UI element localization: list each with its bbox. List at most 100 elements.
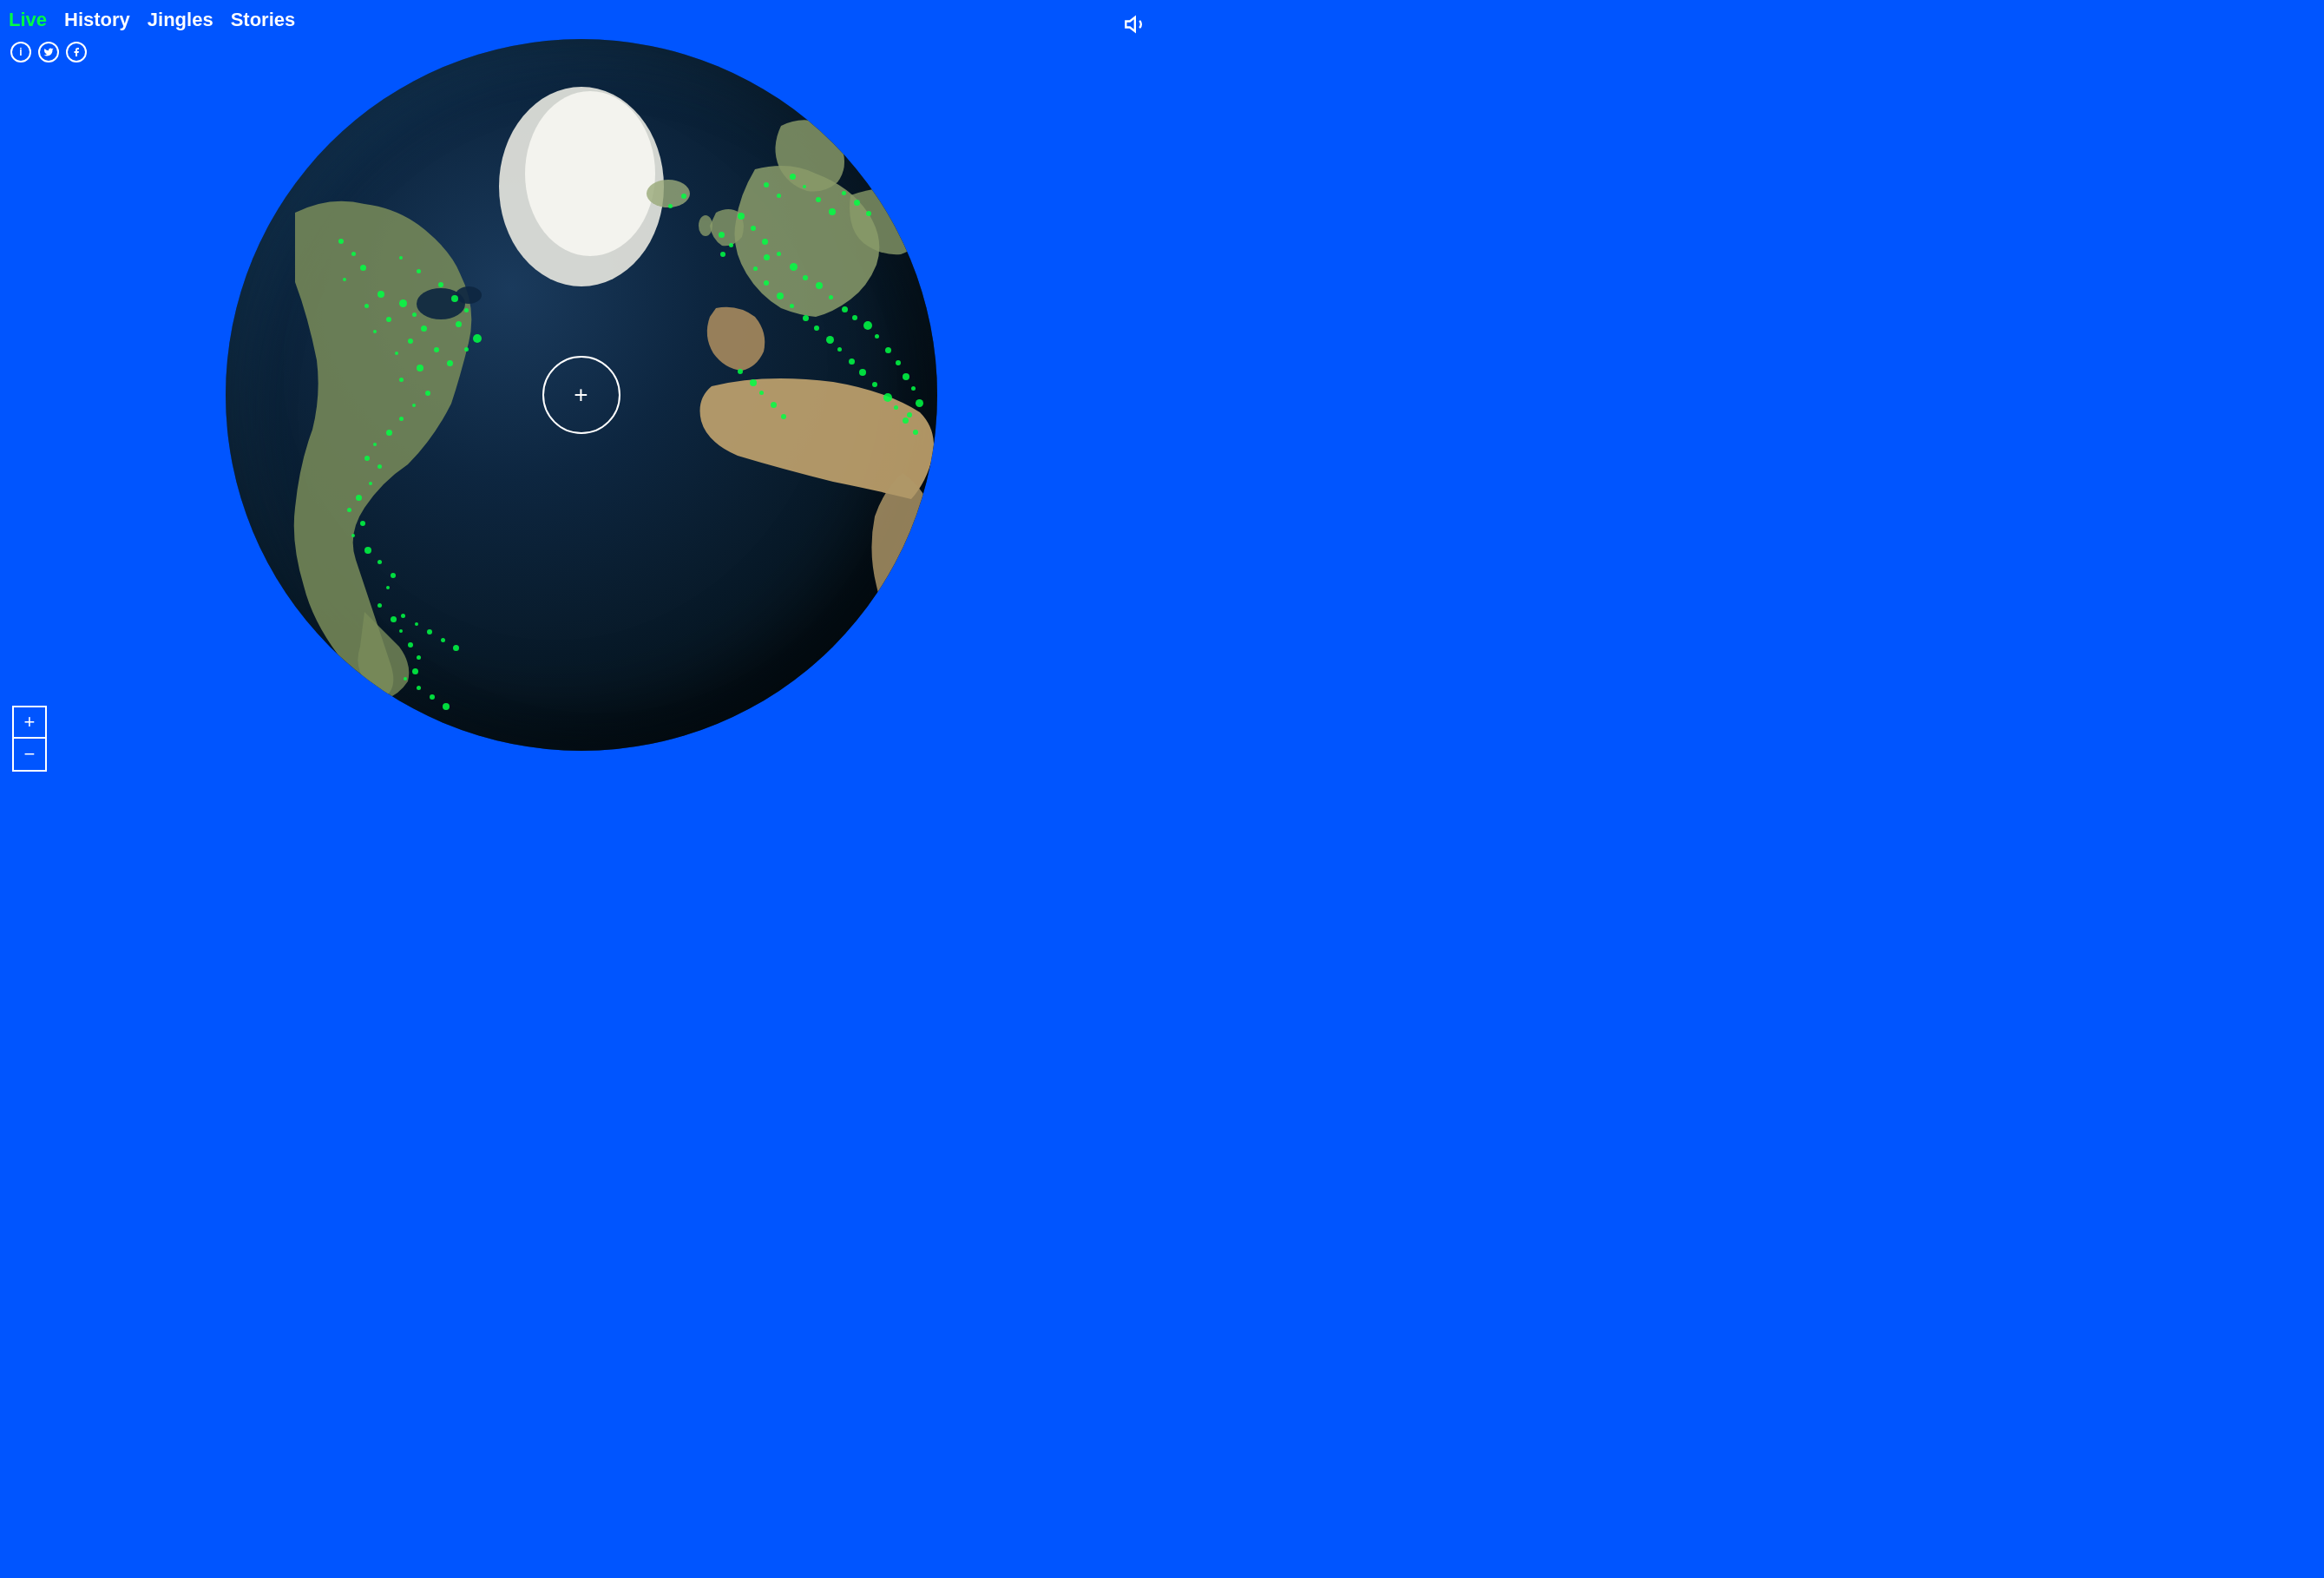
signal-dot [434,347,439,352]
zoom-controls: + − [12,706,47,772]
signal-dot [399,417,404,421]
signal-dot [417,269,421,273]
signal-dot [404,677,407,681]
signal-dot [360,521,365,526]
signal-dot [399,256,403,260]
signal-dot [790,263,798,271]
signal-dot [751,226,756,231]
svg-marker-0 [1126,17,1135,31]
signal-dot [417,655,421,660]
info-icon[interactable]: i [10,42,31,62]
signal-dot [441,638,445,642]
signal-dot [771,402,777,408]
signal-dot [859,369,866,376]
signal-dot [777,194,781,198]
signal-dot [854,200,860,206]
signal-dot [464,308,469,312]
signal-dot [842,191,846,195]
signal-dot [386,586,390,589]
signal-dot [829,295,833,299]
svg-point-4 [456,286,482,304]
signal-dot [720,252,725,257]
signal-dot [759,391,764,395]
globe-container[interactable]: + [226,39,937,751]
signal-dot [421,325,427,332]
signal-dot [464,347,469,352]
signal-dot [719,232,725,238]
signal-dot [401,614,405,618]
signal-dot [668,204,673,208]
signal-dot [816,197,821,202]
signal-dot [790,174,796,180]
signal-dot [351,252,356,256]
signal-dot [415,622,418,626]
signal-dot [829,208,836,215]
signal-dot [738,369,743,374]
signal-dot [863,321,872,330]
signal-dot [903,418,909,424]
signal-dot [738,213,745,220]
signal-dot [803,315,809,321]
signal-dot [364,456,370,461]
signal-dot [417,365,423,371]
signal-dot [447,360,453,366]
signal-dot [377,291,384,298]
navigation: Live History Jingles Stories [9,9,295,31]
crosshair-button[interactable]: + [542,356,620,434]
signal-dot [883,393,892,402]
signal-dot [412,312,417,317]
nav-jingles[interactable]: Jingles [148,9,213,31]
signal-dot [399,629,403,633]
signal-dot [885,347,891,353]
signal-dot [875,334,879,339]
signal-dot [911,386,916,391]
signal-dot [417,686,421,690]
signal-dot [729,243,733,247]
signal-dot [790,304,794,308]
signal-dot [781,414,786,419]
signal-dot [395,352,398,355]
signal-dot [347,508,351,512]
signal-dot [408,339,413,344]
zoom-out-button[interactable]: − [14,739,45,770]
signal-dot [814,325,819,331]
nav-history[interactable]: History [64,9,130,31]
signal-dot [391,573,396,578]
volume-button[interactable] [1124,12,1148,40]
signal-dot [764,254,770,260]
nav-live[interactable]: Live [9,9,47,31]
signal-dot [681,194,686,199]
signal-dot [913,430,918,435]
signal-dot [412,668,418,674]
signal-dot [842,306,848,312]
signal-dot [852,315,857,320]
signal-dot [377,464,382,469]
signal-dot [364,547,371,554]
signal-dot [373,330,377,333]
signal-dot [872,382,877,387]
signal-dot [386,317,391,322]
signal-dot [453,645,459,651]
facebook-icon[interactable] [66,42,87,62]
signal-dot [399,299,407,307]
signal-dot [425,391,430,396]
signal-dot [803,275,808,280]
signal-dot [837,347,842,352]
signal-dot [386,430,392,436]
nav-stories[interactable]: Stories [231,9,296,31]
twitter-icon[interactable] [38,42,59,62]
signal-dot [473,334,482,343]
signal-dot [399,378,404,382]
globe[interactable]: + [226,39,937,751]
signal-dot [826,336,834,344]
signal-dot [408,642,413,648]
signal-dot [338,239,344,244]
signal-dot [412,404,416,407]
signal-dot [364,304,369,308]
signal-dot [373,443,377,446]
svg-point-5 [699,215,712,236]
signal-dot [343,278,346,281]
signal-dot [916,399,923,407]
zoom-in-button[interactable]: + [14,707,45,739]
signal-dot [907,412,912,418]
